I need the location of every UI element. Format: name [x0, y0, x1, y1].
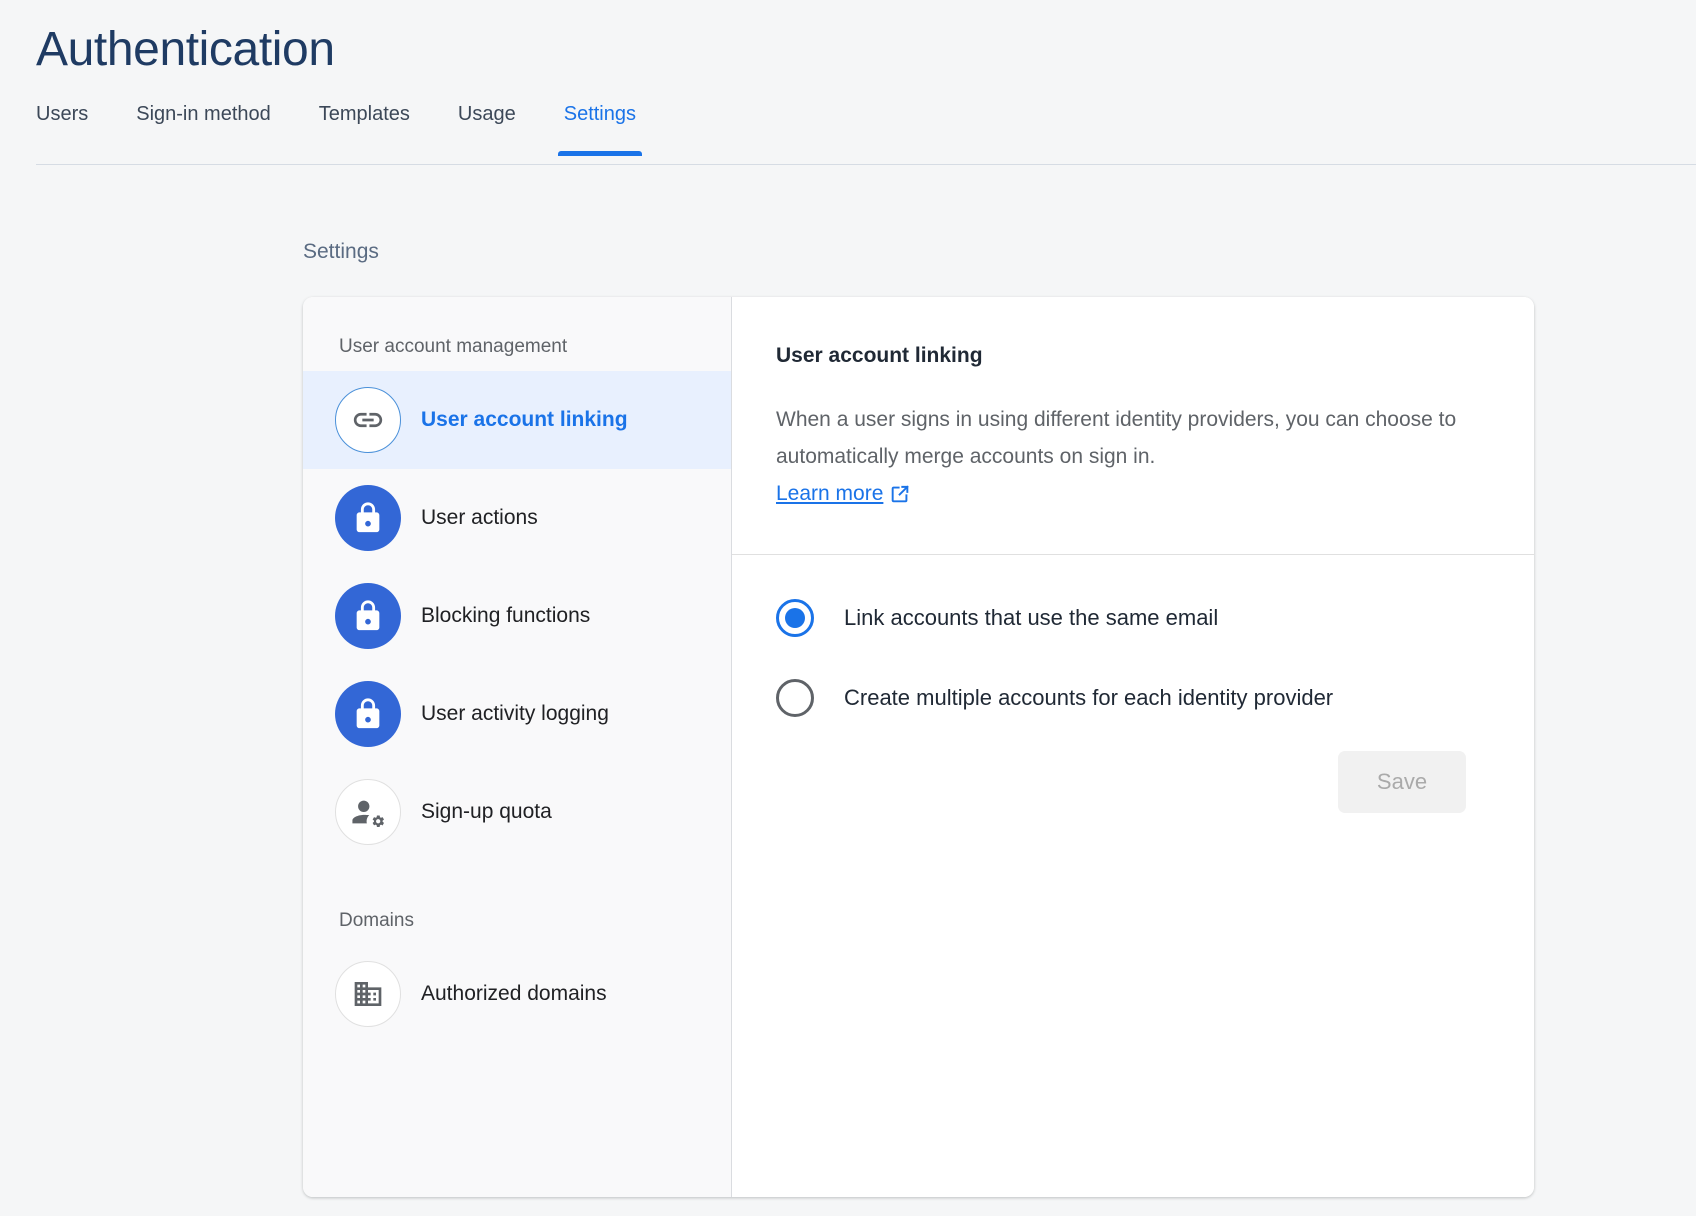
tab-sign-in-method[interactable]: Sign-in method — [136, 102, 271, 156]
radio-option-1[interactable]: Create multiple accounts for each identi… — [776, 679, 1490, 717]
sidebar-item-label: Blocking functions — [421, 604, 591, 627]
sidebar-item-authorized-domains[interactable]: Authorized domains — [303, 945, 731, 1043]
tab-users[interactable]: Users — [36, 102, 88, 156]
save-button[interactable]: Save — [1338, 751, 1466, 813]
panel-description-text: When a user signs in using different ide… — [776, 408, 1457, 468]
panel-options-section: Link accounts that use the same email Cre… — [732, 555, 1534, 813]
lock-icon — [335, 681, 401, 747]
settings-detail-panel: User account linking When a user signs i… — [732, 297, 1534, 1197]
sidebar-item-label: Authorized domains — [421, 982, 607, 1005]
radio-unselected-icon[interactable] — [776, 679, 814, 717]
main-content: Settings User account management User acc… — [0, 165, 1696, 1197]
tab-settings[interactable]: Settings — [557, 102, 643, 156]
learn-more-link[interactable]: Learn more — [776, 475, 911, 512]
link-icon — [335, 387, 401, 453]
sidebar-item-user-account-linking[interactable]: User account linking — [303, 371, 731, 469]
tab-templates[interactable]: Templates — [319, 102, 410, 156]
radio-selected-icon[interactable] — [776, 599, 814, 637]
settings-card: User account management User account link… — [303, 297, 1534, 1197]
save-row: Save — [776, 717, 1490, 813]
page-title: Authentication — [36, 23, 335, 76]
radio-option-label: Create multiple accounts for each identi… — [844, 685, 1334, 710]
page-header: Authentication — [0, 0, 1696, 82]
sidebar-item-sign-up-quota[interactable]: Sign-up quota — [303, 763, 731, 861]
sidebar-item-user-activity-logging[interactable]: User activity logging — [303, 665, 731, 763]
tab-bar: Users Sign-in method Templates Usage Setting… — [0, 102, 1696, 165]
sidebar-item-label: User activity logging — [421, 702, 609, 725]
sidebar-item-label: User account linking — [421, 408, 628, 431]
radio-option-label: Link accounts that use the same email — [844, 605, 1219, 630]
lock-icon — [335, 583, 401, 649]
sidebar-group-spacer — [303, 861, 731, 897]
panel-title: User account linking — [776, 344, 983, 367]
lock-icon — [335, 485, 401, 551]
sidebar-group-label: User account management — [339, 336, 568, 357]
panel-header-section: User account linking When a user signs i… — [732, 297, 1534, 554]
settings-sidebar: User account management User account link… — [303, 297, 732, 1197]
learn-more-label: Learn more — [776, 482, 884, 505]
sidebar-group-label: Domains — [339, 910, 414, 931]
panel-description: When a user signs in using different ide… — [776, 401, 1466, 512]
page-section-heading: Settings — [303, 240, 379, 263]
sidebar-item-label: User actions — [421, 506, 538, 529]
building-icon — [335, 961, 401, 1027]
account-linking-radio-group: Link accounts that use the same email Cre… — [776, 599, 1490, 717]
external-link-icon — [889, 483, 911, 505]
radio-option-0[interactable]: Link accounts that use the same email — [776, 599, 1490, 637]
person-settings-icon — [335, 779, 401, 845]
sidebar-item-user-actions[interactable]: User actions — [303, 469, 731, 567]
sidebar-item-label: Sign-up quota — [421, 800, 552, 823]
sidebar-item-blocking-functions[interactable]: Blocking functions — [303, 567, 731, 665]
tab-usage[interactable]: Usage — [458, 102, 516, 156]
